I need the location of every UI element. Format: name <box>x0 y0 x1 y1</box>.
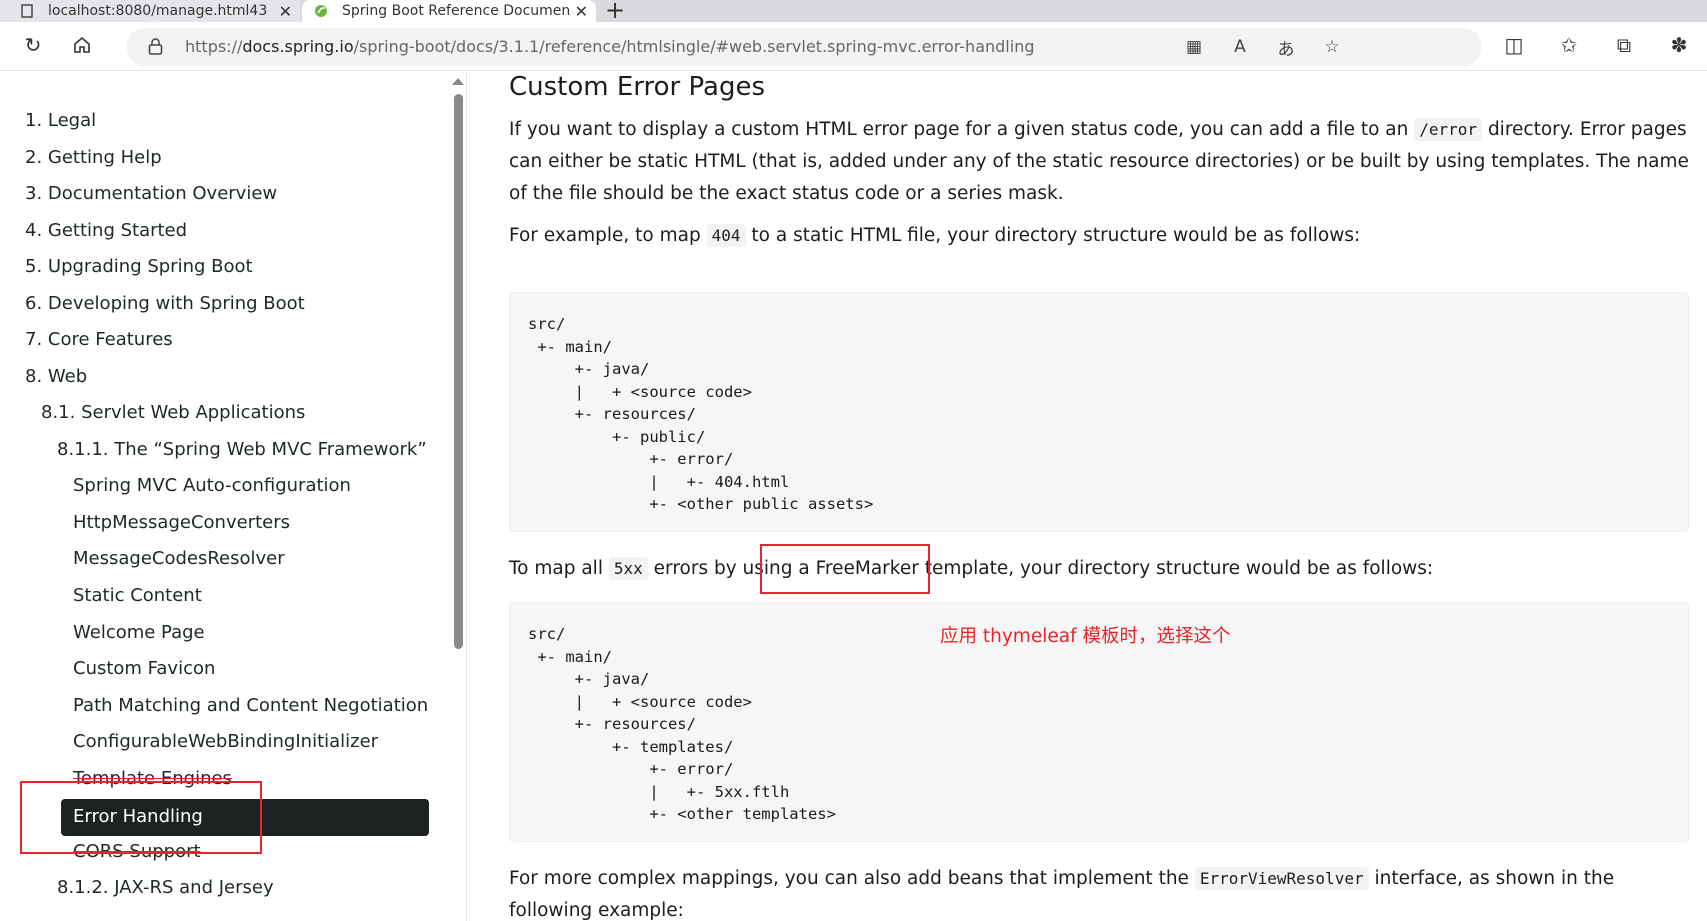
annotation-highlight-box <box>760 544 930 594</box>
toc-item[interactable]: 8.1. Servlet Web Applications <box>41 402 305 423</box>
toc-item[interactable]: 3. Documentation Overview <box>25 183 277 204</box>
toc-item[interactable]: HttpMessageConverters <box>73 512 290 533</box>
new-tab-button[interactable]: + <box>605 0 625 24</box>
inline-code: 404 <box>706 224 746 247</box>
toc-item[interactable]: Welcome Page <box>73 622 205 643</box>
code-text: src/ +- main/ +- java/ | + <source code>… <box>528 315 874 513</box>
extensions-icon[interactable]: ✽ <box>1666 32 1692 58</box>
toc-item[interactable]: 6. Developing with Spring Boot <box>25 293 305 314</box>
inline-code: ErrorViewResolver <box>1194 867 1369 890</box>
sidebar-scrollbar-thumb[interactable] <box>454 94 463 649</box>
paragraph-404-example: For example, to map 404 to a static HTML… <box>509 220 1689 252</box>
paragraph-text: For more complex mappings, you can also … <box>509 868 1189 889</box>
browser-toolbar: ↻ https://docs.spring.io/spring-boot/doc… <box>0 22 1707 71</box>
paragraph-text: For example, to map <box>509 225 701 246</box>
tab-title: localhost:8080/manage.html43 <box>48 3 268 19</box>
spring-leaf-icon <box>315 5 327 17</box>
toc-sidebar: 1. Legal 2. Getting Help 3. Documentatio… <box>0 72 467 921</box>
toc-item[interactable]: 5. Upgrading Spring Boot <box>25 256 253 277</box>
annotation-highlight-box <box>20 781 262 854</box>
url-path: /spring-boot/docs/3.1.1/reference/htmlsi… <box>353 37 1035 56</box>
paragraph-text: to a static HTML file, your directory st… <box>751 225 1361 246</box>
toc-item[interactable]: MessageCodesResolver <box>73 548 285 569</box>
paragraph-text: If you want to display a custom HTML err… <box>509 119 1409 140</box>
read-aloud-icon[interactable]: A <box>1228 36 1252 58</box>
url-host: docs.spring.io <box>242 37 354 56</box>
address-bar[interactable]: https://docs.spring.io/spring-boot/docs/… <box>126 28 1482 66</box>
toc-item[interactable]: 8.1.2. JAX-RS and Jersey <box>57 877 274 898</box>
inline-code: 5xx <box>608 557 648 580</box>
toc-item[interactable]: ConfigurableWebBindingInitializer <box>73 731 378 752</box>
toc-item[interactable]: 2. Getting Help <box>25 147 162 168</box>
toc-item[interactable]: 8.1.1. The “Spring Web MVC Framework” <box>57 439 427 460</box>
close-tab-icon[interactable]: ✕ <box>279 2 292 21</box>
section-heading: Custom Error Pages <box>509 72 766 102</box>
inline-code: /error <box>1414 118 1483 141</box>
toc-item[interactable]: Custom Favicon <box>73 658 215 679</box>
annotation-note: 应用 thymeleaf 模板时，选择这个 <box>940 626 1231 647</box>
favorite-star-icon[interactable]: ☆ <box>1320 36 1344 58</box>
lock-icon[interactable] <box>148 38 163 55</box>
scroll-up-arrow-icon[interactable] <box>452 78 464 85</box>
code-block-static[interactable]: src/ +- main/ +- java/ | + <source code>… <box>509 292 1689 532</box>
translate-icon[interactable]: あ <box>1274 36 1298 60</box>
collections-icon[interactable]: ⧉ <box>1611 32 1637 58</box>
close-tab-icon[interactable]: ✕ <box>575 2 588 21</box>
tab-localhost[interactable]: localhost:8080/manage.html43 ✕ <box>0 0 300 22</box>
tab-title: Spring Boot Reference Documen <box>342 3 571 19</box>
paragraph-5xx-example: To map all 5xx errors by using a FreeMar… <box>509 553 1689 585</box>
paragraph-intro: If you want to display a custom HTML err… <box>509 114 1689 210</box>
refresh-icon[interactable]: ↻ <box>20 32 46 58</box>
tab-spring-docs[interactable]: Spring Boot Reference Documen ✕ <box>302 0 596 22</box>
page-icon <box>21 4 33 18</box>
toc-item[interactable]: 7. Core Features <box>25 329 173 350</box>
url-scheme: https:// <box>185 37 243 56</box>
toc-item[interactable]: 8. Web <box>25 366 87 387</box>
toc-item[interactable]: 4. Getting Started <box>25 220 187 241</box>
paragraph-complex-mappings: For more complex mappings, you can also … <box>509 863 1689 921</box>
toc-item[interactable]: Spring MVC Auto-configuration <box>73 475 351 496</box>
url-text[interactable]: https://docs.spring.io/spring-boot/docs/… <box>185 37 1034 56</box>
paragraph-text: To map all <box>509 558 603 579</box>
toc-item[interactable]: Static Content <box>73 585 202 606</box>
toc-item[interactable]: 1. Legal <box>25 110 96 131</box>
tab-strip: localhost:8080/manage.html43 ✕ Spring Bo… <box>0 0 1707 24</box>
toc-item[interactable]: Path Matching and Content Negotiation <box>73 695 428 716</box>
app-available-icon[interactable]: ▦ <box>1182 36 1206 58</box>
favorites-icon[interactable]: ✩ <box>1556 32 1582 58</box>
split-screen-icon[interactable]: ◫ <box>1501 32 1527 58</box>
home-icon[interactable] <box>69 32 95 58</box>
doc-content: Custom Error Pages If you want to displa… <box>468 72 1707 921</box>
